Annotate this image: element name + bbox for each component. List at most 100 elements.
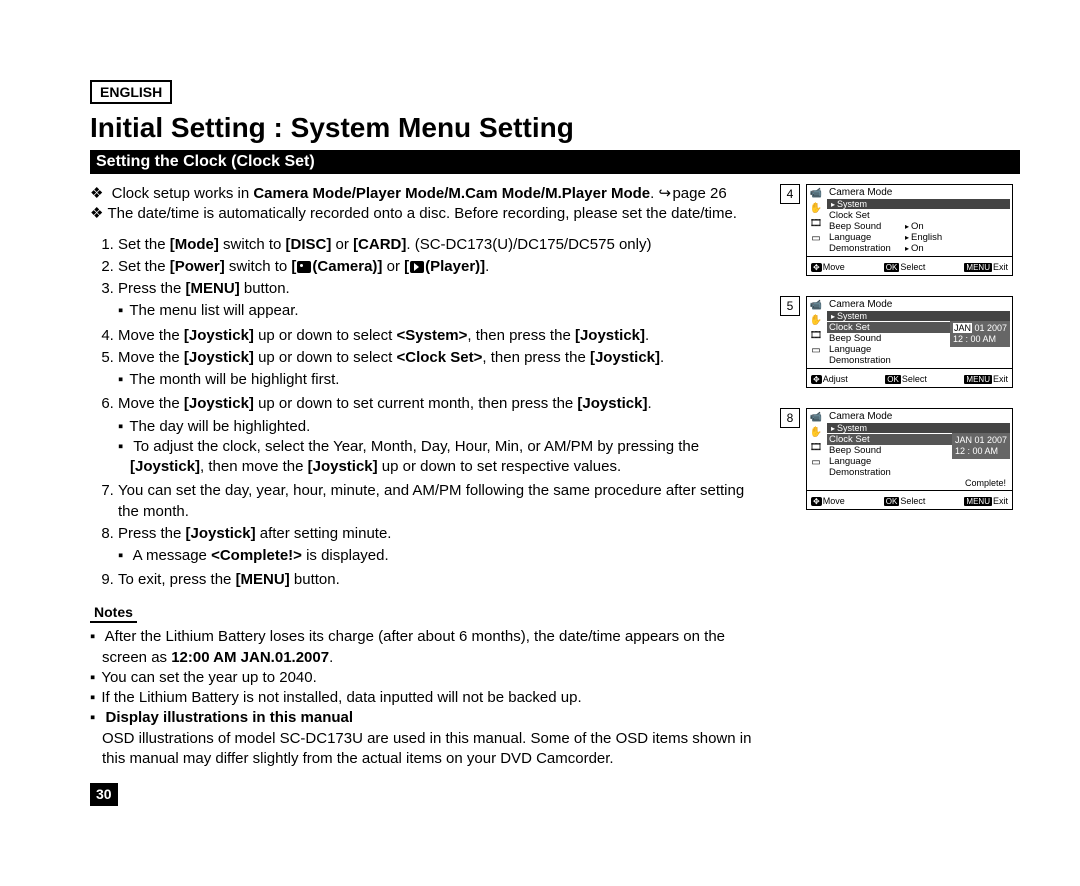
camcorder-icon: 📹 <box>809 411 823 424</box>
move-arrows-icon: ✥ <box>811 375 822 384</box>
osd-menu-item: Beep Sound <box>829 445 899 456</box>
hand-icon: ✋ <box>809 202 823 215</box>
osd-menu-item: Clock Set <box>829 210 899 221</box>
osd-menu-item: Demonstration <box>829 243 899 254</box>
osd-menu-value: On <box>905 243 924 254</box>
page-ref: page 26 <box>672 185 726 202</box>
substep: The day will be highlighted. <box>130 417 760 437</box>
step: You can set the day, year, hour, minute,… <box>118 481 760 522</box>
text: . <box>650 185 658 202</box>
osd-mode-icons: 📹 ✋ 🎞 ▭ <box>807 297 827 368</box>
move-arrows-icon: ✥ <box>811 263 822 272</box>
osd-footer: ✥Move OKSelect MENUExit <box>807 256 1012 275</box>
osd-menu-item: Demonstration <box>829 355 899 366</box>
intro-bullets: Clock setup works in Camera Mode/Player … <box>90 184 760 225</box>
move-arrows-icon: ✥ <box>811 497 822 506</box>
osd-breadcrumb: System <box>827 423 1010 433</box>
osd-menu-item-selected: Clock Set <box>829 322 899 333</box>
note: Display illustrations in this manual OSD… <box>102 708 760 769</box>
osd-menu-item: Language <box>829 232 899 243</box>
menu-badge: MENU <box>964 263 992 272</box>
osd-illustration-column: 4 📹 ✋ 🎞 ▭ Camera Mode System Clock Set <box>780 184 1020 806</box>
osd-time: 12 : 00 AM <box>955 446 1007 457</box>
notes-list: After the Lithium Battery loses its char… <box>90 627 760 769</box>
step: Move the [Joystick] up or down to select… <box>118 326 760 346</box>
camera-icon <box>297 261 311 273</box>
film-icon: 🎞 <box>809 441 823 454</box>
osd-date-panel: JAN 01 2007 12 : 00 AM <box>950 321 1010 347</box>
osd-figure-8: 8 📹 ✋ 🎞 ▭ Camera Mode System <box>780 408 1020 510</box>
ok-badge: OK <box>884 497 900 506</box>
card-icon: ▭ <box>809 232 823 245</box>
osd-screen: 📹 ✋ 🎞 ▭ Camera Mode System Clock Set Bee… <box>806 184 1013 276</box>
osd-menu-item: Demonstration <box>829 467 899 478</box>
text: Clock setup works in <box>112 185 254 202</box>
osd-footer: ✥Move OKSelect MENUExit <box>807 490 1012 509</box>
menu-badge: MENU <box>964 375 992 384</box>
note: If the Lithium Battery is not installed,… <box>102 688 760 708</box>
osd-date-panel: JAN 01 2007 12 : 00 AM <box>952 433 1010 459</box>
card-icon: ▭ <box>809 344 823 357</box>
osd-menu-value: On <box>905 221 924 232</box>
intro-bullet: Clock setup works in Camera Mode/Player … <box>104 184 760 204</box>
hand-icon: ✋ <box>809 426 823 439</box>
substep: The month will be highlight first. <box>130 370 760 390</box>
osd-screen: 📹 ✋ 🎞 ▭ Camera Mode System JAN 01 2007 1… <box>806 296 1013 388</box>
ok-badge: OK <box>884 263 900 272</box>
osd-menu-item: Beep Sound <box>829 221 899 232</box>
step: To exit, press the [MENU] button. <box>118 570 760 590</box>
osd-time: 12 : 00 AM <box>953 334 1007 345</box>
notes-label: Notes <box>90 603 137 624</box>
main-text-column: Clock setup works in Camera Mode/Player … <box>90 184 760 806</box>
osd-menu-item: Language <box>829 456 899 467</box>
osd-mode-title: Camera Mode <box>827 187 1010 198</box>
menu-badge: MENU <box>964 497 992 506</box>
osd-mode-icons: 📹 ✋ 🎞 ▭ <box>807 185 827 256</box>
osd-date-highlight: JAN <box>953 323 972 333</box>
osd-menu-item: Beep Sound <box>829 333 899 344</box>
film-icon: 🎞 <box>809 329 823 342</box>
substep: The menu list will appear. <box>130 301 760 321</box>
figure-number-box: 5 <box>780 296 800 316</box>
step: Press the [Joystick] after setting minut… <box>118 524 760 567</box>
page-ref-icon: ↪ <box>658 184 672 204</box>
osd-figure-4: 4 📹 ✋ 🎞 ▭ Camera Mode System Clock Set <box>780 184 1020 276</box>
figure-number-box: 4 <box>780 184 800 204</box>
osd-breadcrumb: System <box>827 311 1010 321</box>
osd-screen: 📹 ✋ 🎞 ▭ Camera Mode System JAN 01 2007 1… <box>806 408 1013 510</box>
card-icon: ▭ <box>809 456 823 469</box>
step: Set the [Mode] switch to [DISC] or [CARD… <box>118 235 760 255</box>
note: You can set the year up to 2040. <box>102 668 760 688</box>
osd-mode-title: Camera Mode <box>827 411 1010 422</box>
osd-mode-icons: 📹 ✋ 🎞 ▭ <box>807 409 827 490</box>
camcorder-icon: 📹 <box>809 299 823 312</box>
steps-list: Set the [Mode] switch to [DISC] or [CARD… <box>90 235 760 591</box>
camcorder-icon: 📹 <box>809 187 823 200</box>
hand-icon: ✋ <box>809 314 823 327</box>
page-number: 30 <box>90 783 118 806</box>
language-tag: ENGLISH <box>90 80 172 104</box>
osd-figure-5: 5 📹 ✋ 🎞 ▭ Camera Mode System <box>780 296 1020 388</box>
bold-text: Camera Mode/Player Mode/M.Cam Mode/M.Pla… <box>253 185 650 202</box>
step: Move the [Joystick] up or down to select… <box>118 348 760 391</box>
step: Move the [Joystick] up or down to set cu… <box>118 394 760 477</box>
ok-badge: OK <box>885 375 901 384</box>
osd-footer: ✥Adjust OKSelect MENUExit <box>807 368 1012 387</box>
substep: To adjust the clock, select the Year, Mo… <box>130 437 760 478</box>
step: Press the [MENU] button. The menu list w… <box>118 279 760 322</box>
osd-mode-title: Camera Mode <box>827 299 1010 310</box>
osd-breadcrumb: System <box>827 199 1010 209</box>
note: After the Lithium Battery loses its char… <box>102 627 760 668</box>
osd-menu-item: Language <box>829 344 899 355</box>
step: Set the [Power] switch to [(Camera)] or … <box>118 257 760 277</box>
osd-complete-msg: Complete! <box>827 478 1010 488</box>
page-title: Initial Setting : System Menu Setting <box>90 112 1020 144</box>
osd-menu-value: English <box>905 232 942 243</box>
figure-number-box: 8 <box>780 408 800 428</box>
section-heading-bar: Setting the Clock (Clock Set) <box>90 150 1020 174</box>
substep: A message <Complete!> is displayed. <box>130 546 760 566</box>
player-icon <box>410 261 424 273</box>
film-icon: 🎞 <box>809 217 823 230</box>
osd-menu-item-selected: Clock Set <box>829 434 899 445</box>
intro-bullet: The date/time is automatically recorded … <box>104 204 760 224</box>
